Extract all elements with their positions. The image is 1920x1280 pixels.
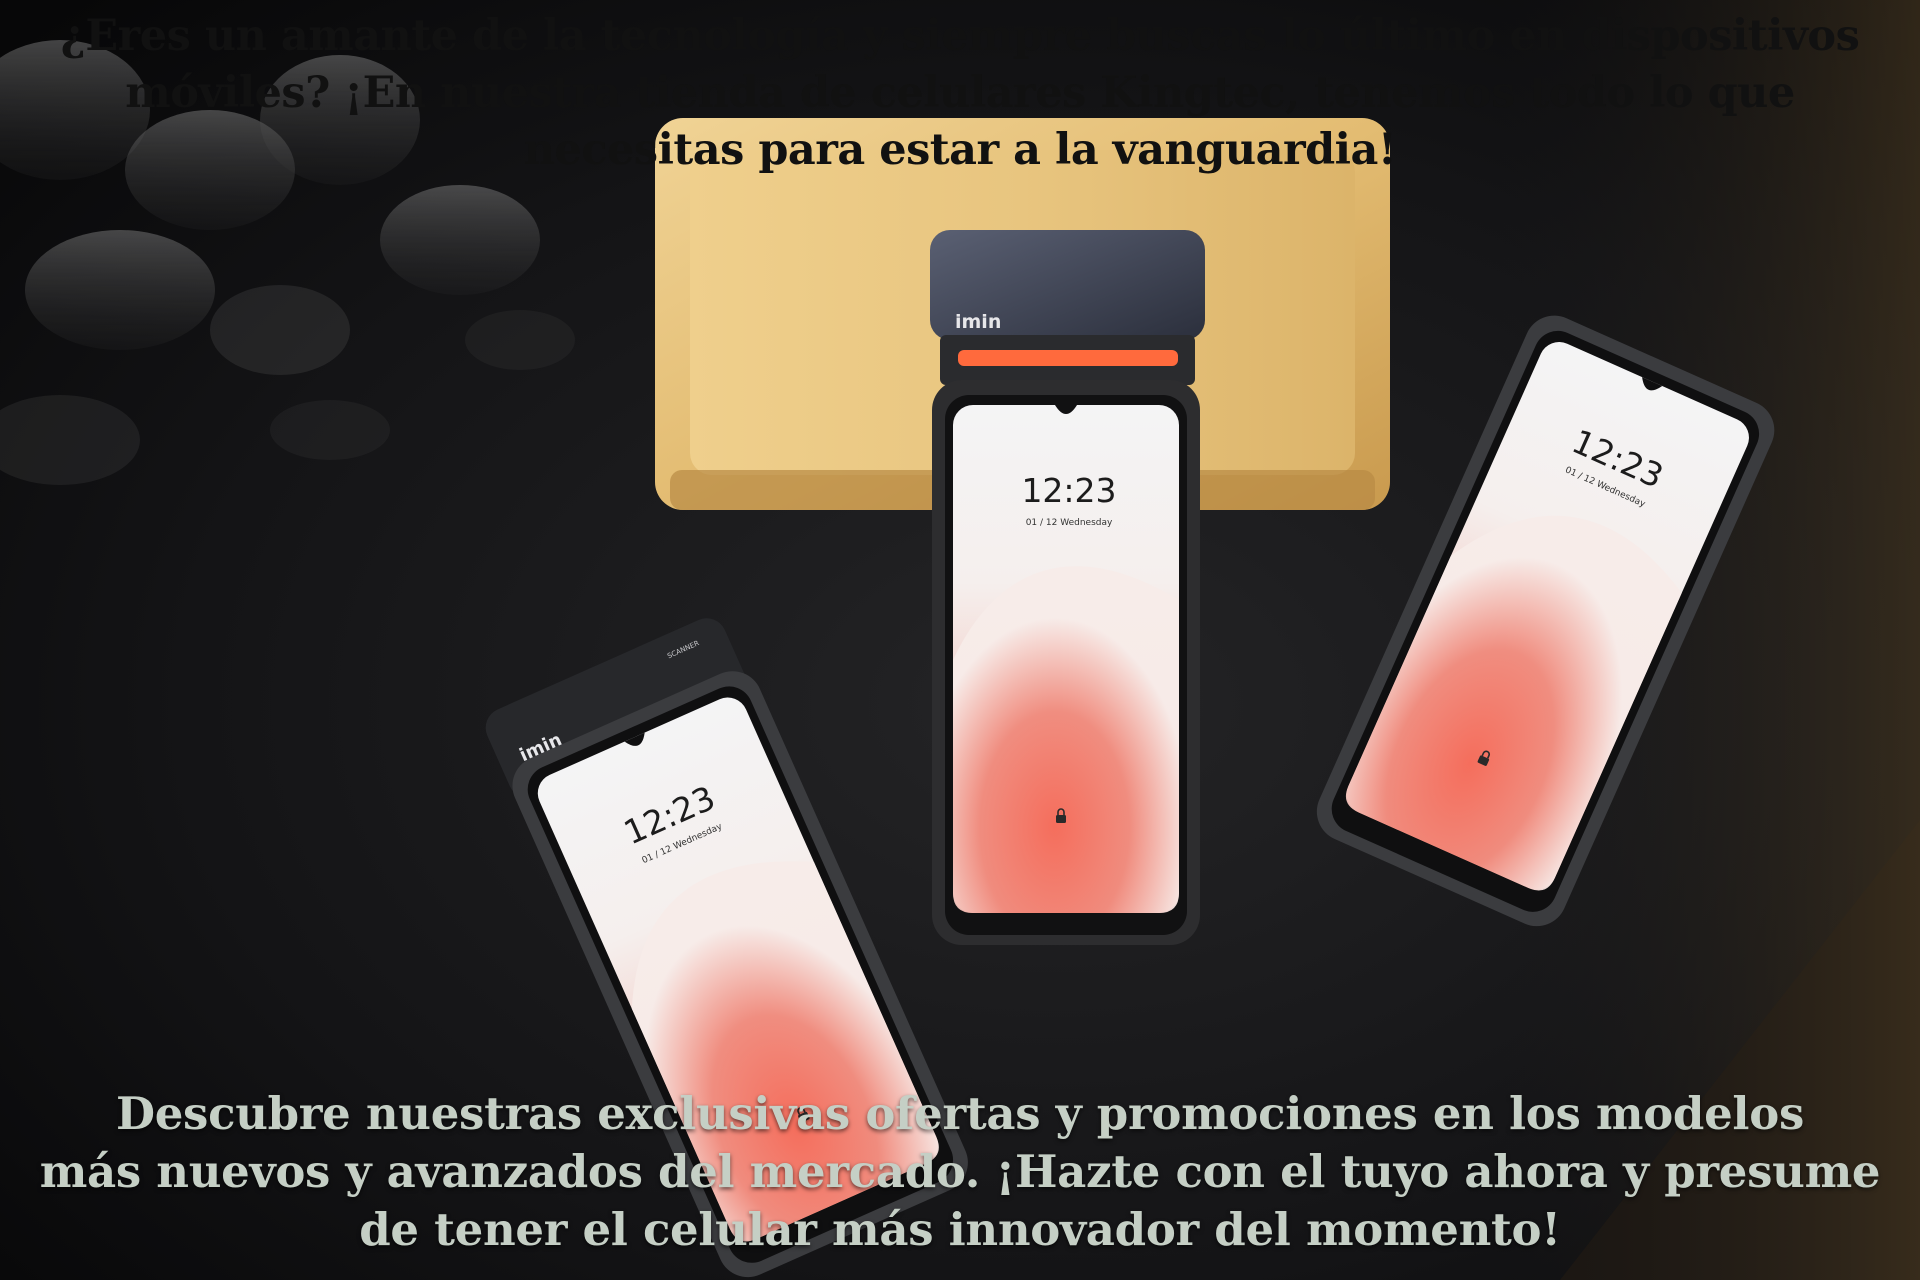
top-caption-line-1: ¿Eres un amante de la tecnología y siemp… <box>60 11 1860 61</box>
bottom-caption-line-1: Descubre nuestras exclusivas ofertas y p… <box>116 1087 1804 1140</box>
top-caption-line-3: necesitas para estar a la vanguardia! <box>523 125 1397 175</box>
bottom-caption-line-3: de tener el celular más innovador del mo… <box>359 1203 1561 1256</box>
center-pos-device: imin 12:23 01 / 12 Wednesday <box>930 230 1205 945</box>
top-caption-line-2: móviles? ¡En nuestra tienda de celulares… <box>125 68 1795 118</box>
brand-logo-center: imin <box>955 311 1001 333</box>
lock-time-center: 12:23 <box>1021 471 1116 510</box>
bottom-caption-line-2: más nuevos y avanzados del mercado. ¡Haz… <box>39 1145 1881 1198</box>
top-caption: ¿Eres un amante de la tecnología y siemp… <box>0 8 1920 179</box>
promo-canvas: imin 12:23 01 / 12 Wednesday imin SCANNE… <box>0 0 1920 1280</box>
bottom-caption: Descubre nuestras exclusivas ofertas y p… <box>0 1085 1920 1259</box>
lock-date-center: 01 / 12 Wednesday <box>1026 518 1113 528</box>
